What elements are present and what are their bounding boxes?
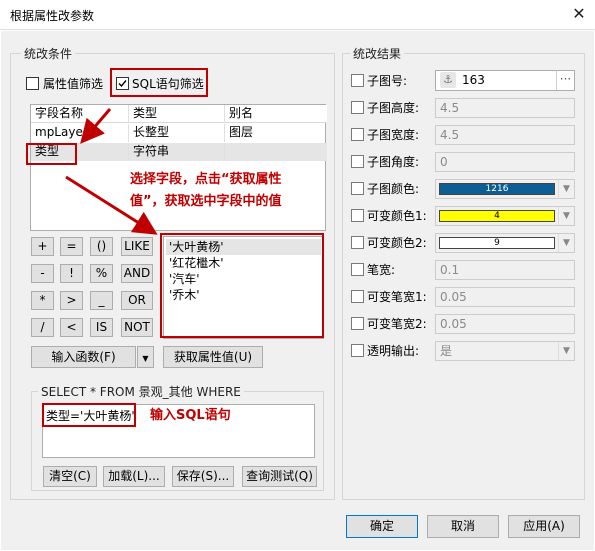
operator-parens-button[interactable]: () bbox=[90, 237, 113, 256]
color-swatch: 1216 bbox=[439, 183, 555, 195]
var-color1-label: 可变颜色1: bbox=[367, 209, 427, 223]
clear-button[interactable]: 清空(C) bbox=[43, 466, 97, 487]
annotation-sql: 输入SQL语句 bbox=[150, 408, 231, 423]
var-color2-select[interactable]: 9 ▼ bbox=[435, 233, 575, 253]
operator-is-button[interactable]: IS bbox=[90, 318, 113, 337]
apply-button[interactable]: 应用(A) bbox=[508, 515, 580, 538]
operator-and-button[interactable]: AND bbox=[121, 264, 153, 283]
subgraph-height-label: 子图高度: bbox=[367, 101, 420, 115]
subgraph-width-field[interactable]: 4.5 bbox=[435, 125, 575, 145]
operator-plus-button[interactable]: + bbox=[31, 237, 54, 256]
subgraph-id-field[interactable]: ⚓ 163 ··· bbox=[435, 70, 575, 91]
operator-underscore-button[interactable]: _ bbox=[90, 291, 113, 310]
sql-highlight bbox=[42, 403, 136, 427]
subgraph-id-value: 163 bbox=[462, 73, 485, 87]
chevron-down-icon: ▼ bbox=[558, 180, 574, 198]
var-pen2-field[interactable]: 0.05 bbox=[435, 314, 575, 334]
save-button[interactable]: 保存(S)... bbox=[172, 466, 234, 487]
input-function-button[interactable]: 输入函数(F) bbox=[31, 346, 136, 368]
transparent-output-label: 透明输出: bbox=[367, 344, 420, 358]
ok-button[interactable]: 确定 bbox=[346, 515, 418, 538]
subgraph-color-checkbox[interactable] bbox=[351, 182, 364, 195]
operator-not-keyword-button[interactable]: NOT bbox=[121, 318, 153, 337]
operator-equals-button[interactable]: = bbox=[60, 237, 83, 256]
operator-multiply-button[interactable]: * bbox=[31, 291, 54, 310]
chevron-down-icon: ▼ bbox=[142, 354, 149, 363]
color-swatch: 9 bbox=[439, 237, 555, 249]
results-group-label: 统改结果 bbox=[350, 45, 405, 62]
subgraph-id-checkbox[interactable] bbox=[351, 74, 364, 87]
operator-divide-button[interactable]: / bbox=[31, 318, 54, 337]
cancel-button[interactable]: 取消 bbox=[427, 515, 499, 538]
pen-width-label: 笔宽: bbox=[367, 263, 396, 277]
subgraph-angle-checkbox[interactable] bbox=[351, 155, 364, 168]
transparent-output-checkbox[interactable] bbox=[351, 344, 364, 357]
get-attribute-values-button[interactable]: 获取属性值(U) bbox=[163, 346, 263, 368]
operator-minus-button[interactable]: - bbox=[31, 264, 54, 283]
load-button[interactable]: 加载(L)... bbox=[103, 466, 165, 487]
annotation-select-field: 选择字段，点击“获取属性 值”，获取选中字段中的值 bbox=[130, 169, 282, 213]
annotation-line: 选择字段，点击“获取属性 bbox=[130, 172, 282, 187]
var-color2-label: 可变颜色2: bbox=[367, 236, 427, 250]
subgraph-width-label: 子图宽度: bbox=[367, 128, 420, 142]
anchor-icon: ⚓ bbox=[440, 72, 456, 88]
transparent-output-select[interactable]: 是 ▼ bbox=[435, 341, 575, 361]
chevron-down-icon: ▼ bbox=[558, 234, 574, 252]
operator-like-button[interactable]: LIKE bbox=[121, 237, 153, 256]
color-swatch: 4 bbox=[439, 210, 555, 222]
values-highlight bbox=[160, 233, 324, 338]
operator-less-button[interactable]: < bbox=[60, 318, 83, 337]
annotation-line: 值”，获取选中字段中的值 bbox=[130, 194, 282, 209]
var-color1-checkbox[interactable] bbox=[351, 209, 364, 222]
pen-width-field[interactable]: 0.1 bbox=[435, 260, 575, 280]
var-pen1-checkbox[interactable] bbox=[351, 290, 364, 303]
subgraph-height-field[interactable]: 4.5 bbox=[435, 98, 575, 118]
subgraph-angle-label: 子图角度: bbox=[367, 155, 420, 169]
operator-not-button[interactable]: ! bbox=[60, 264, 83, 283]
chevron-down-icon: ▼ bbox=[558, 342, 574, 360]
subgraph-color-label: 子图颜色: bbox=[367, 182, 420, 196]
subgraph-width-checkbox[interactable] bbox=[351, 128, 364, 141]
var-pen1-field[interactable]: 0.05 bbox=[435, 287, 575, 307]
var-pen2-checkbox[interactable] bbox=[351, 317, 364, 330]
transparent-output-value: 是 bbox=[440, 344, 453, 358]
subgraph-id-label: 子图号: bbox=[367, 74, 408, 88]
var-color1-select[interactable]: 4 ▼ bbox=[435, 206, 575, 226]
var-pen2-label: 可变笔宽2: bbox=[367, 317, 427, 331]
ellipsis-button[interactable]: ··· bbox=[556, 71, 574, 90]
subgraph-angle-field[interactable]: 0 bbox=[435, 152, 575, 172]
operator-percent-button[interactable]: % bbox=[90, 264, 113, 283]
input-function-dropdown[interactable]: ▼ bbox=[137, 346, 154, 368]
var-color2-checkbox[interactable] bbox=[351, 236, 364, 249]
subgraph-height-checkbox[interactable] bbox=[351, 101, 364, 114]
arrow-to-field bbox=[80, 108, 112, 144]
query-test-button[interactable]: 查询测试(Q) bbox=[242, 466, 317, 487]
var-pen1-label: 可变笔宽1: bbox=[367, 290, 427, 304]
subgraph-color-select[interactable]: 1216 ▼ bbox=[435, 179, 575, 199]
pen-width-checkbox[interactable] bbox=[351, 263, 364, 276]
sql-group-label: SELECT * FROM 景观_其他 WHERE bbox=[38, 383, 244, 400]
chevron-down-icon: ▼ bbox=[558, 207, 574, 225]
operator-greater-button[interactable]: > bbox=[60, 291, 83, 310]
operator-or-button[interactable]: OR bbox=[121, 291, 153, 310]
